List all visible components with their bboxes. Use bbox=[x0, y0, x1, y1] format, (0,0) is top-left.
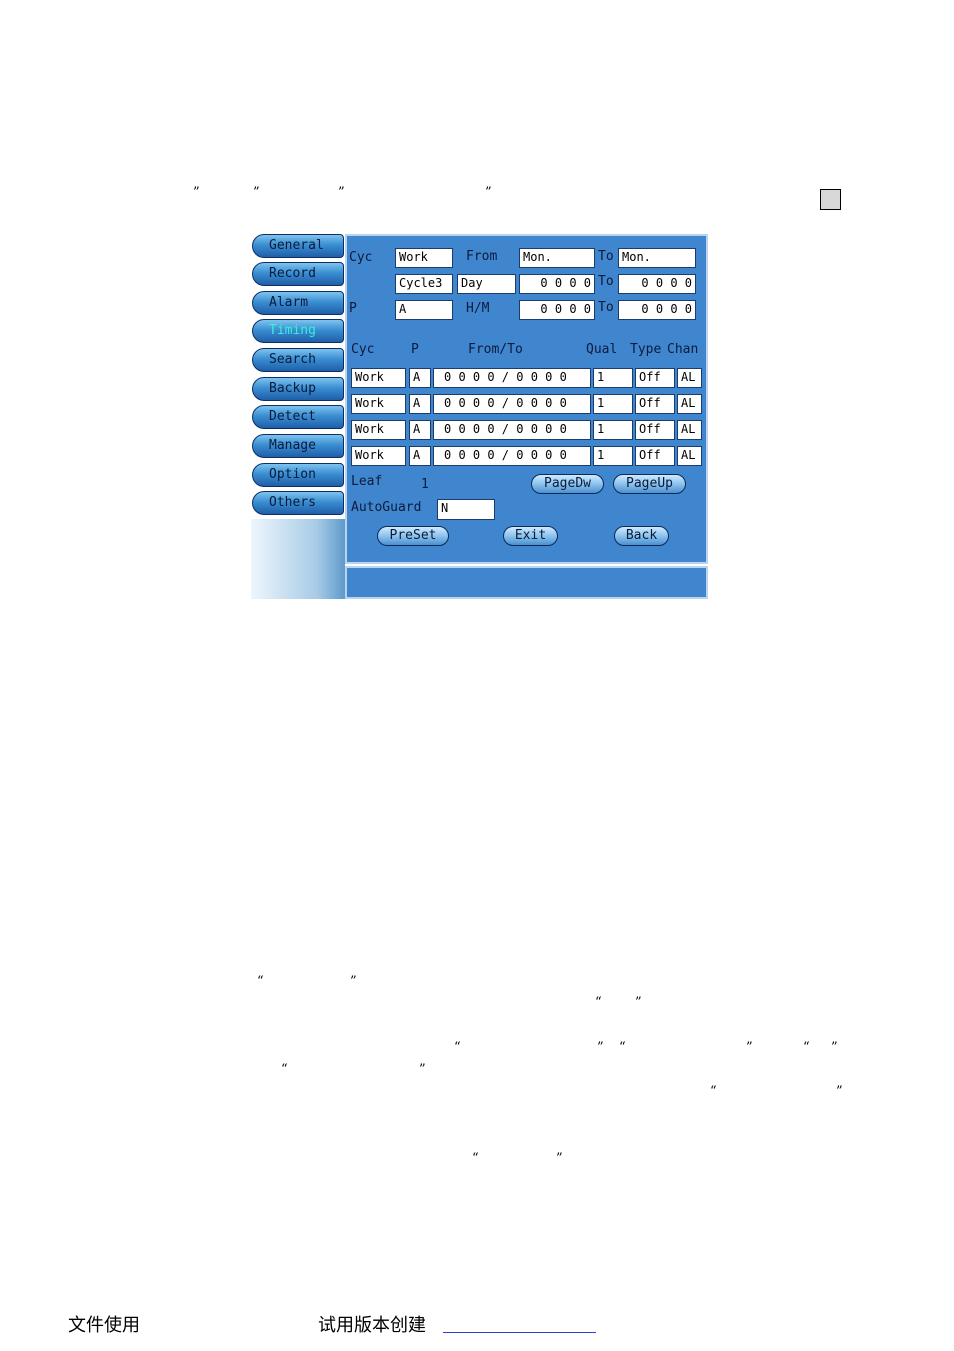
col-header-type: Type bbox=[630, 342, 662, 357]
p-field[interactable]: A bbox=[395, 300, 453, 320]
row-type-cell[interactable]: Off bbox=[635, 368, 675, 388]
row-fromto-cell[interactable]: 0 0 0 0 / 0 0 0 0 bbox=[433, 446, 591, 466]
row-cyc-cell[interactable]: Work bbox=[351, 420, 406, 440]
tab-manage[interactable]: Manage bbox=[252, 434, 344, 458]
cyc-label: Cyc bbox=[349, 250, 373, 265]
quote-mark: ” bbox=[338, 185, 345, 200]
to-field[interactable]: Mon. bbox=[618, 248, 696, 268]
row-type-cell[interactable]: Off bbox=[635, 394, 675, 414]
row-qual-cell[interactable]: 1 bbox=[593, 368, 633, 388]
row-type-cell[interactable]: Off bbox=[635, 420, 675, 440]
tab-search[interactable]: Search bbox=[252, 348, 344, 372]
quote-mark: “ bbox=[710, 1084, 717, 1099]
date-to-field[interactable]: 0 0 0 0 bbox=[618, 274, 696, 294]
autoguard-field[interactable]: N bbox=[437, 499, 495, 520]
back-button[interactable]: Back bbox=[614, 526, 669, 546]
row-cyc-cell[interactable]: Work bbox=[351, 368, 406, 388]
to-label: To bbox=[598, 274, 614, 289]
to-label: To bbox=[598, 300, 614, 315]
quote-mark: ” bbox=[253, 185, 260, 200]
quote-mark: ” bbox=[556, 1151, 563, 1166]
timing-settings-area: Cyc Work From Mon. To Mon. Cycle3 Day 0 … bbox=[345, 234, 708, 564]
cyc-field[interactable]: Work bbox=[395, 248, 453, 268]
row-p-cell[interactable]: A bbox=[409, 368, 431, 388]
date-from-field[interactable]: 0 0 0 0 bbox=[519, 274, 595, 294]
preset-button[interactable]: PreSet bbox=[377, 526, 449, 546]
hm-to-field[interactable]: 0 0 0 0 bbox=[618, 300, 696, 320]
row-p-cell[interactable]: A bbox=[409, 394, 431, 414]
quote-mark: “ bbox=[257, 974, 264, 989]
quote-mark: ” bbox=[419, 1062, 426, 1077]
from-field[interactable]: Mon. bbox=[519, 248, 595, 268]
tab-general[interactable]: General bbox=[252, 234, 344, 258]
tab-option[interactable]: Option bbox=[252, 463, 344, 487]
quote-mark: “ bbox=[281, 1062, 288, 1077]
tab-alarm[interactable]: Alarm bbox=[252, 291, 344, 315]
row-chan-cell[interactable]: AL bbox=[677, 446, 702, 466]
row-cyc-cell[interactable]: Work bbox=[351, 394, 406, 414]
col-header-qual: Qual bbox=[586, 342, 618, 357]
status-bar bbox=[345, 566, 708, 599]
col-header-cyc: Cyc bbox=[351, 342, 375, 357]
quote-mark: “ bbox=[619, 1040, 626, 1055]
tab-detect[interactable]: Detect bbox=[252, 405, 344, 429]
autoguard-label: AutoGuard bbox=[351, 500, 422, 515]
row-p-cell[interactable]: A bbox=[409, 446, 431, 466]
hm-from-field[interactable]: 0 0 0 0 bbox=[519, 300, 595, 320]
quote-mark: ” bbox=[746, 1040, 753, 1055]
from-label: From bbox=[466, 249, 498, 264]
quote-mark: ” bbox=[485, 185, 492, 200]
page-down-button[interactable]: PageDw bbox=[531, 474, 604, 494]
quote-mark: “ bbox=[472, 1151, 479, 1166]
checkbox[interactable] bbox=[820, 189, 841, 210]
quote-mark: ” bbox=[350, 974, 357, 989]
col-header-p: P bbox=[411, 342, 419, 357]
col-header-fromto: From/To bbox=[468, 342, 523, 357]
leaf-value: 1 bbox=[421, 477, 429, 492]
to-label: To bbox=[598, 249, 614, 264]
row-fromto-cell[interactable]: 0 0 0 0 / 0 0 0 0 bbox=[433, 394, 591, 414]
footer-link[interactable] bbox=[443, 1332, 596, 1333]
page-up-button[interactable]: PageUp bbox=[613, 474, 686, 494]
sidebar-gradient bbox=[251, 519, 345, 599]
quote-mark: ” bbox=[831, 1040, 838, 1055]
row-chan-cell[interactable]: AL bbox=[677, 394, 702, 414]
tab-others[interactable]: Others bbox=[252, 491, 344, 515]
row-qual-cell[interactable]: 1 bbox=[593, 420, 633, 440]
quote-mark: ” bbox=[193, 185, 200, 200]
row-qual-cell[interactable]: 1 bbox=[593, 394, 633, 414]
row-fromto-cell[interactable]: 0 0 0 0 / 0 0 0 0 bbox=[433, 368, 591, 388]
cycle-field[interactable]: Cycle3 bbox=[395, 274, 453, 294]
footer-left-text: 文件使用 bbox=[68, 1315, 140, 1336]
dvr-timing-panel: General Record Alarm Timing Search Backu… bbox=[251, 234, 708, 599]
unit-field[interactable]: Day bbox=[457, 274, 516, 294]
row-chan-cell[interactable]: AL bbox=[677, 420, 702, 440]
row-p-cell[interactable]: A bbox=[409, 420, 431, 440]
leaf-label: Leaf bbox=[351, 474, 383, 489]
row-cyc-cell[interactable]: Work bbox=[351, 446, 406, 466]
hm-label: H/M bbox=[466, 301, 490, 316]
tab-timing[interactable]: Timing bbox=[252, 319, 344, 343]
row-fromto-cell[interactable]: 0 0 0 0 / 0 0 0 0 bbox=[433, 420, 591, 440]
tab-backup[interactable]: Backup bbox=[252, 377, 344, 401]
row-qual-cell[interactable]: 1 bbox=[593, 446, 633, 466]
tab-record[interactable]: Record bbox=[252, 262, 344, 286]
quote-mark: “ bbox=[454, 1040, 461, 1055]
exit-button[interactable]: Exit bbox=[503, 526, 558, 546]
quote-mark: ” bbox=[635, 995, 642, 1010]
quote-mark: ” bbox=[836, 1084, 843, 1099]
col-header-chan: Chan bbox=[667, 342, 699, 357]
row-type-cell[interactable]: Off bbox=[635, 446, 675, 466]
p-label: P bbox=[349, 301, 357, 316]
footer-right-text: 试用版本创建 bbox=[318, 1315, 426, 1336]
row-chan-cell[interactable]: AL bbox=[677, 368, 702, 388]
quote-mark: “ bbox=[803, 1040, 810, 1055]
quote-mark: “ bbox=[595, 995, 602, 1010]
quote-mark: ” bbox=[597, 1040, 604, 1055]
